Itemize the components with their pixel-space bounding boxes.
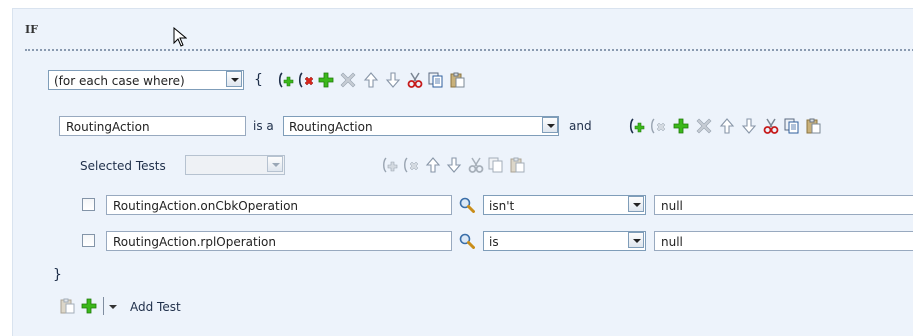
paste-icon[interactable] [509,157,525,173]
test-1-checkbox[interactable] [82,198,95,211]
and-label: and [569,119,592,133]
selected-tests-dropdown-button[interactable] [267,156,283,172]
paste-icon[interactable] [449,72,465,88]
test-1-field[interactable]: RoutingAction.onCbkOperation [106,195,452,215]
test-1-value: null [661,199,683,213]
copy-icon[interactable] [488,157,504,173]
case-scope-select[interactable]: (for each case where) [48,70,244,90]
open-brace: { [254,72,263,88]
delete-condition-icon[interactable] [298,72,314,88]
paste-icon[interactable] [805,118,821,134]
test-1-operator-select[interactable]: isn't [483,195,646,215]
delete-icon[interactable] [340,72,356,88]
insert-condition-icon[interactable] [278,72,294,88]
add-icon[interactable] [673,118,689,134]
insert-condition-icon[interactable] [382,157,398,173]
add-test-menu-chevron-down-icon[interactable] [109,305,117,309]
move-down-icon[interactable] [446,157,462,173]
test-1-field-value: RoutingAction.onCbkOperation [113,199,299,213]
variable-name-value: RoutingAction [66,120,150,134]
test-2-value: null [661,235,683,249]
if-rule-panel: IF (for each case where) { RoutingAction… [12,8,913,336]
move-up-icon[interactable] [719,118,735,134]
paste-icon[interactable] [59,298,75,314]
add-icon[interactable] [318,72,334,88]
test-1-operator-dropdown-button[interactable] [628,196,644,212]
type-value: RoutingAction [289,120,373,134]
test-2-value-field[interactable]: null [654,231,913,251]
type-dropdown-button[interactable] [542,117,558,133]
insert-condition-icon[interactable] [629,118,645,134]
close-brace: } [53,267,62,283]
cut-icon[interactable] [407,72,423,88]
cut-icon[interactable] [468,157,484,173]
case-scope-value: (for each case where) [54,74,185,88]
selected-tests-label: Selected Tests [80,159,166,173]
test-2-operator-select[interactable]: is [483,231,646,251]
cut-icon[interactable] [763,118,779,134]
move-down-icon[interactable] [741,118,757,134]
toolbar-separator [103,297,104,315]
dotted-divider [25,49,913,51]
copy-icon[interactable] [428,72,444,88]
search-icon[interactable] [459,233,475,249]
case-scope-dropdown-button[interactable] [226,71,242,87]
add-test-button[interactable]: Add Test [130,300,181,314]
if-label: IF [25,23,38,36]
test-2-checkbox[interactable] [82,234,95,247]
type-select[interactable]: RoutingAction [283,116,559,136]
test-2-operator-dropdown-button[interactable] [628,232,644,248]
test-2-field[interactable]: RoutingAction.rplOperation [106,231,452,251]
test-2-field-value: RoutingAction.rplOperation [113,235,277,249]
move-up-icon[interactable] [363,72,379,88]
add-test-icon[interactable] [81,298,97,314]
move-up-icon[interactable] [425,157,441,173]
test-2-operator-value: is [489,235,499,249]
delete-condition-icon[interactable] [403,157,419,173]
is-a-label: is a [253,119,274,133]
delete-condition-icon[interactable] [650,118,666,134]
copy-icon[interactable] [784,118,800,134]
variable-name-field[interactable]: RoutingAction [59,116,246,136]
mouse-pointer-icon [173,27,187,47]
delete-icon[interactable] [696,118,712,134]
test-1-operator-value: isn't [489,199,515,213]
test-1-value-field[interactable]: null [654,195,913,215]
move-down-icon[interactable] [385,72,401,88]
search-icon[interactable] [459,197,475,213]
